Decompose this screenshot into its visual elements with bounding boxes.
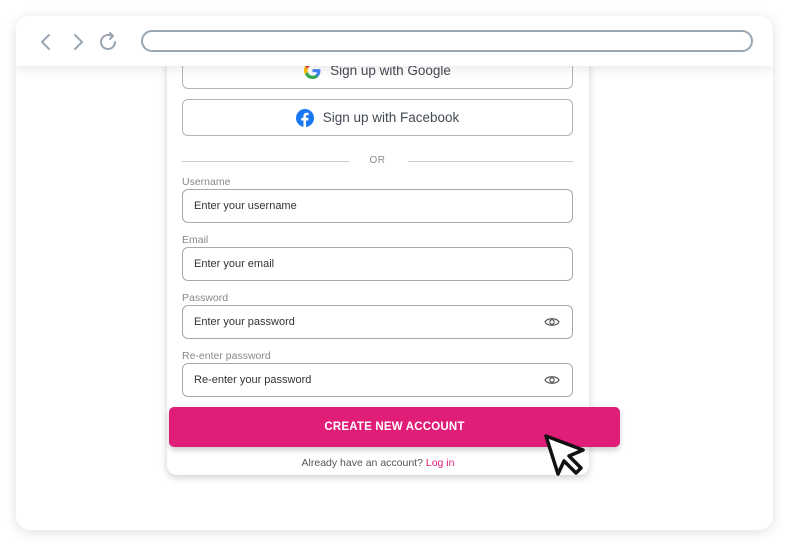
- email-placeholder: Enter your email: [194, 258, 275, 270]
- email-input[interactable]: Enter your email: [182, 247, 573, 281]
- eye-icon[interactable]: [544, 373, 560, 387]
- reenter-password-input[interactable]: Re-enter your password: [182, 363, 573, 397]
- eye-icon[interactable]: [544, 315, 560, 329]
- reenter-password-placeholder: Re-enter your password: [194, 374, 312, 386]
- facebook-signup-label: Sign up with Facebook: [322, 110, 460, 125]
- password-input[interactable]: Enter your password: [182, 305, 573, 339]
- username-input[interactable]: Enter your username: [182, 189, 573, 223]
- forward-icon[interactable]: [66, 30, 90, 54]
- login-prompt: Already have an account? Log in: [167, 457, 589, 469]
- reload-icon[interactable]: [96, 30, 120, 54]
- facebook-icon: [295, 108, 314, 127]
- back-icon[interactable]: [34, 30, 58, 54]
- reenter-password-label: Re-enter password: [182, 350, 271, 362]
- username-label: Username: [182, 176, 231, 188]
- username-placeholder: Enter your username: [194, 200, 297, 212]
- email-label: Email: [182, 234, 209, 246]
- login-link[interactable]: Log in: [426, 457, 455, 469]
- login-prompt-text: Already have an account?: [301, 457, 423, 469]
- mouse-pointer-icon: [544, 434, 585, 476]
- browser-toolbar: [16, 16, 773, 66]
- address-bar[interactable]: [141, 30, 753, 52]
- divider-text: OR: [369, 155, 386, 166]
- password-placeholder: Enter your password: [194, 316, 295, 328]
- or-divider: OR: [182, 155, 573, 167]
- password-label: Password: [182, 292, 229, 304]
- create-account-label: CREATE NEW ACCOUNT: [324, 421, 465, 433]
- facebook-signup-button[interactable]: Sign up with Facebook: [182, 99, 573, 136]
